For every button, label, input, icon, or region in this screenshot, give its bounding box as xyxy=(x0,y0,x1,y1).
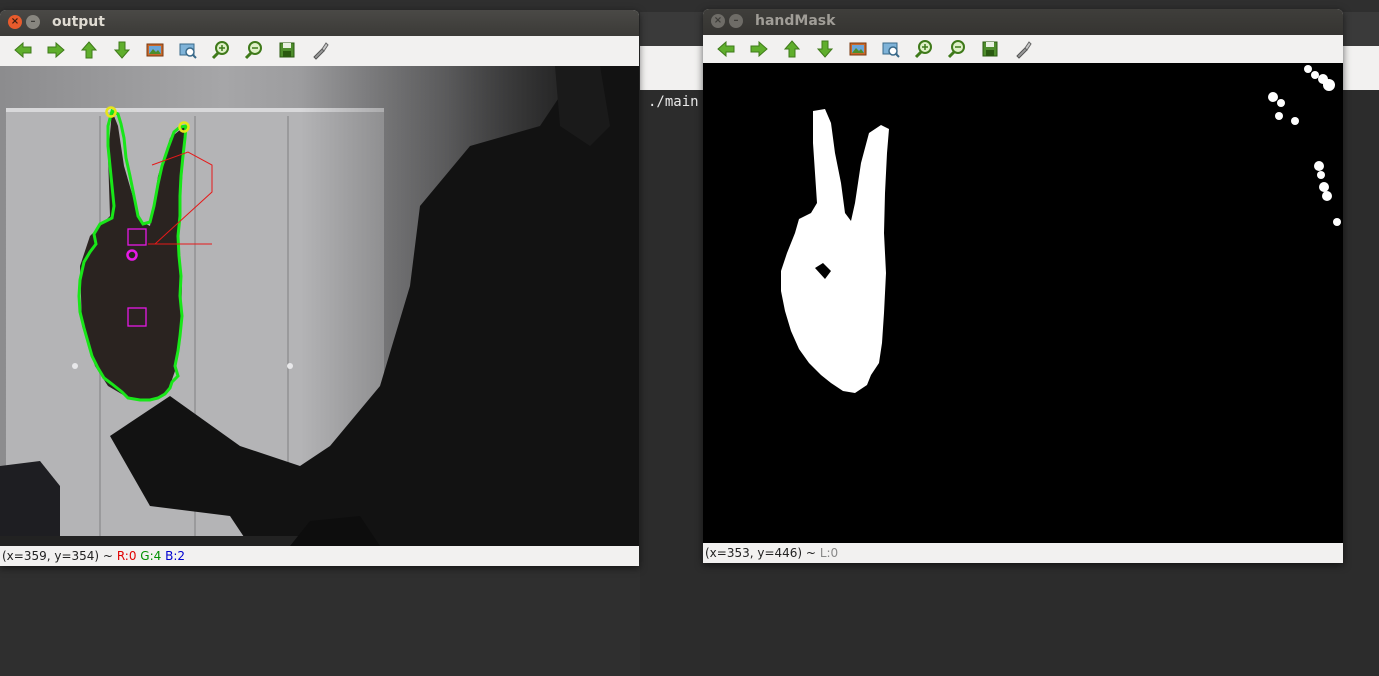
pixel-luminance-value: L:0 xyxy=(819,546,839,560)
output-titlebar: × – output xyxy=(0,10,639,36)
arrow-up-icon[interactable] xyxy=(775,36,808,62)
arrow-down-icon[interactable] xyxy=(808,36,841,62)
output-camera-view[interactable] xyxy=(0,66,639,546)
camera-frame xyxy=(0,66,639,546)
image-icon[interactable] xyxy=(841,36,874,62)
minimize-button[interactable]: – xyxy=(26,15,40,29)
close-button[interactable]: × xyxy=(711,14,725,28)
image-icon[interactable] xyxy=(138,37,171,63)
output-statusbar: (x=359, y=354) ~ R:0 G:4 B:2 xyxy=(0,546,639,566)
zoom-in-icon[interactable] xyxy=(907,36,940,62)
output-toolbar xyxy=(0,36,639,64)
arrow-left-icon[interactable] xyxy=(6,37,39,63)
cursor-coords: (x=353, y=446) ~ xyxy=(705,546,816,560)
pixel-red-value: R:0 xyxy=(116,549,137,563)
handmask-window: × – handMask (x=353, y=446) ~ L:0 xyxy=(703,9,1343,563)
cursor-coords: (x=359, y=354) ~ xyxy=(2,549,113,563)
terminal-command-text: ./main xyxy=(648,94,699,110)
zoom-out-icon[interactable] xyxy=(940,36,973,62)
handmask-titlebar: × – handMask xyxy=(703,9,1343,35)
properties-icon[interactable] xyxy=(1006,36,1039,62)
arrow-right-icon[interactable] xyxy=(39,37,72,63)
output-window: × – output (x=359, y=354) ~ R:0 G:4 B:2 xyxy=(0,10,639,566)
pixel-green-value: G:4 xyxy=(140,549,162,563)
arrow-down-icon[interactable] xyxy=(105,37,138,63)
zoom-out-icon[interactable] xyxy=(237,37,270,63)
handmask-view[interactable] xyxy=(703,63,1343,543)
window-title: handMask xyxy=(755,13,836,29)
arrow-up-icon[interactable] xyxy=(72,37,105,63)
save-icon[interactable] xyxy=(973,36,1006,62)
minimize-button[interactable]: – xyxy=(729,14,743,28)
window-title: output xyxy=(52,14,105,30)
arrow-left-icon[interactable] xyxy=(709,36,742,62)
zoom-fit-icon[interactable] xyxy=(874,36,907,62)
arrow-right-icon[interactable] xyxy=(742,36,775,62)
handmask-statusbar: (x=353, y=446) ~ L:0 xyxy=(703,543,1343,563)
pixel-blue-value: B:2 xyxy=(165,549,186,563)
zoom-fit-icon[interactable] xyxy=(171,37,204,63)
mask-frame xyxy=(703,63,1343,543)
close-button[interactable]: × xyxy=(8,15,22,29)
save-icon[interactable] xyxy=(270,37,303,63)
properties-icon[interactable] xyxy=(303,37,336,63)
handmask-toolbar xyxy=(703,35,1343,63)
zoom-in-icon[interactable] xyxy=(204,37,237,63)
